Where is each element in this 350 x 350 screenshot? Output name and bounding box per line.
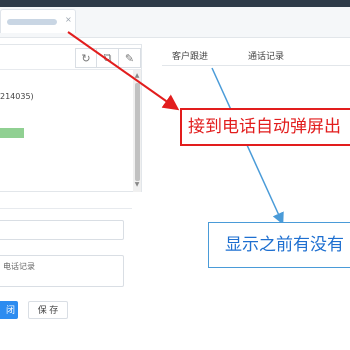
- scroll-down-icon[interactable]: ▼: [133, 181, 141, 189]
- form-divider: [0, 208, 132, 209]
- scrollbar-thumb[interactable]: [135, 83, 140, 181]
- tab-label: [5, 15, 63, 25]
- annotation-history-callout: 显示之前有没有: [208, 222, 350, 268]
- copy-icon[interactable]: ⧉: [97, 48, 119, 68]
- refresh-icon[interactable]: ↻: [75, 48, 97, 68]
- annotation-popup-callout: 接到电话自动弹屏出: [180, 108, 350, 146]
- tab-customer[interactable]: ×: [0, 9, 76, 33]
- follow-up-select[interactable]: [0, 220, 124, 240]
- tab-customer-followup[interactable]: 客户跟进: [172, 52, 208, 62]
- top-bar: [0, 0, 350, 7]
- card-toolbar: ↻ ⧉ ✎: [75, 48, 141, 68]
- close-icon[interactable]: ×: [65, 15, 72, 24]
- scroll-up-icon[interactable]: ▲: [133, 72, 141, 80]
- right-pane: [162, 44, 350, 350]
- close-button[interactable]: 闭: [0, 301, 18, 319]
- note-textarea[interactable]: 电话记录: [0, 255, 124, 287]
- card-divider: [0, 69, 142, 70]
- status-tag: [0, 128, 24, 138]
- phone-code: 214035): [0, 92, 34, 101]
- save-button[interactable]: 保 存: [28, 301, 68, 319]
- edit-icon[interactable]: ✎: [119, 48, 141, 68]
- tab-call-records[interactable]: 通话记录: [248, 52, 284, 62]
